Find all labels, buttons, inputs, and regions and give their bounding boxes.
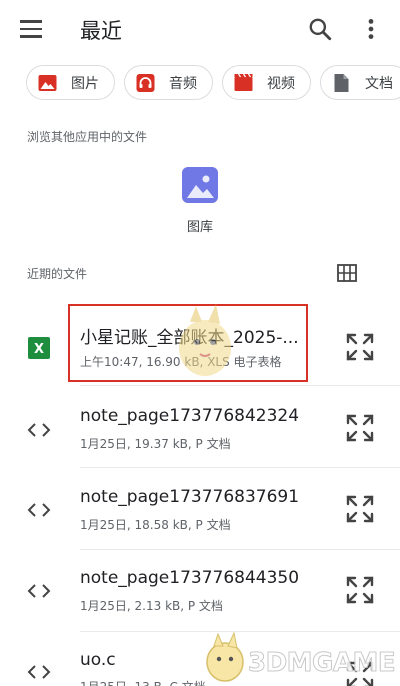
chip-video[interactable]: 视频 (222, 65, 311, 100)
expand-icon[interactable] (345, 575, 375, 605)
expand-icon[interactable] (345, 413, 375, 443)
watermark-text: 3DMGAME (247, 648, 396, 679)
page-title: 最近 (80, 19, 122, 43)
chip-images-label: 图片 (71, 76, 99, 92)
code-icon (27, 665, 51, 679)
image-icon (38, 75, 57, 91)
headphones-icon (136, 74, 155, 92)
browse-section-label: 浏览其他应用中的文件 (27, 130, 148, 144)
gallery-app[interactable]: 图库 (172, 162, 228, 242)
file-meta: 1月25日, 19.37 kB, P 文档 (80, 437, 231, 451)
expand-icon[interactable] (345, 332, 375, 362)
file-row[interactable]: note_page173776837691... 1月25日, 18.58 kB… (0, 472, 400, 552)
divider (80, 467, 400, 468)
expand-icon[interactable] (345, 494, 375, 524)
code-icon (27, 584, 51, 598)
file-row[interactable]: note_page173776842324... 1月25日, 19.37 kB… (0, 390, 400, 470)
file-meta: 1月25日, 18.58 kB, P 文档 (80, 518, 231, 532)
chip-audio-label: 音频 (169, 76, 197, 92)
file-meta: 1月25日, 2.13 kB, P 文档 (80, 599, 223, 613)
gallery-label: 图库 (186, 220, 213, 235)
mascot-logo-icon (206, 632, 244, 682)
svg-text:X: X (34, 342, 44, 357)
recent-section-label: 近期的文件 (27, 267, 88, 281)
movie-icon (234, 73, 253, 91)
gallery-icon (182, 167, 218, 203)
file-name: note_page173776837691... (80, 487, 300, 507)
mascot-watermark-icon (179, 304, 231, 376)
code-icon (27, 423, 51, 437)
file-name: note_page173776842324... (80, 406, 300, 426)
excel-icon: X (28, 337, 50, 359)
chip-video-label: 视频 (267, 76, 295, 92)
grid-view-icon[interactable] (337, 264, 357, 282)
filter-chips: 图片 音频 视频 文档 (26, 65, 400, 101)
chip-documents-label: 文档 (365, 76, 393, 92)
menu-icon[interactable] (20, 20, 42, 38)
code-icon (27, 503, 51, 517)
more-options-icon[interactable] (358, 16, 384, 42)
chip-audio[interactable]: 音频 (124, 65, 213, 100)
divider (80, 549, 400, 550)
file-row[interactable]: note_page173776844350... 1月25日, 2.13 kB,… (0, 554, 400, 634)
search-icon[interactable] (307, 16, 333, 42)
chip-images[interactable]: 图片 (26, 65, 115, 100)
file-name: note_page173776844350... (80, 568, 300, 588)
app-bar: 最近 (0, 0, 400, 58)
document-icon (334, 74, 349, 92)
watermark: 3DMGAME (200, 630, 400, 686)
chip-documents[interactable]: 文档 (320, 65, 400, 100)
divider (80, 385, 400, 386)
